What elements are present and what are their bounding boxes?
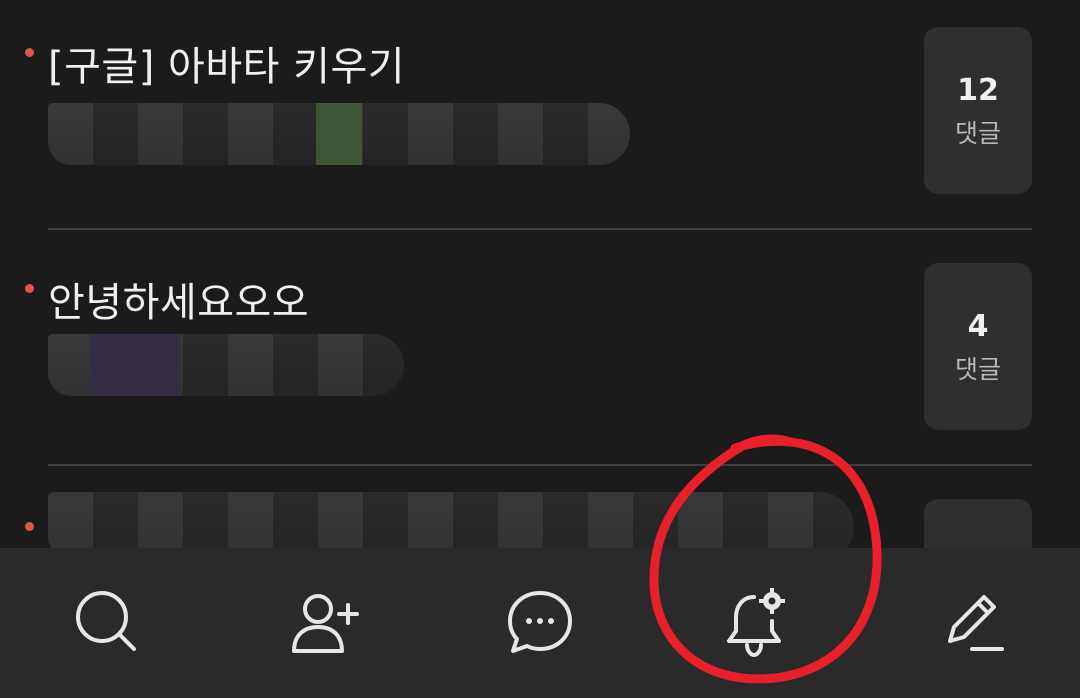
search-icon [76,591,136,651]
post-item[interactable]: 안녕하세요오오 4 댓글 [0,236,1080,466]
bottom-nav [0,548,1080,698]
comment-count-button[interactable]: 4 댓글 [924,263,1032,430]
comment-label: 댓글 [954,355,1001,384]
notification-settings-icon [727,588,785,658]
comment-count: 12 [957,73,999,108]
post-title[interactable]: [구글] 아바타 키우기 [48,34,405,92]
nav-add-friend-button[interactable] [216,548,432,698]
nav-chat-button[interactable] [432,548,648,698]
chat-icon [508,591,572,653]
post-item[interactable] [0,472,1080,560]
bullet-dot [25,522,34,531]
add-friend-icon [292,594,359,653]
nav-search-button[interactable] [0,548,216,698]
blurred-preview [48,103,630,165]
post-list: [구글] 아바타 키우기 12 댓글 안녕하세요오오 4 댓글 [0,0,1080,560]
bullet-dot [25,284,34,293]
comment-label: 댓글 [954,119,1001,148]
pencil-icon [948,595,1004,651]
bullet-dot [25,48,34,57]
nav-notification-settings-button[interactable] [648,548,864,698]
blurred-preview [48,334,404,396]
divider [48,464,1032,466]
comment-count: 4 [967,309,989,344]
post-item[interactable]: [구글] 아바타 키우기 12 댓글 [0,0,1080,230]
comment-count-button[interactable]: 12 댓글 [924,27,1032,194]
divider [48,228,1032,230]
post-title[interactable]: 안녕하세요오오 [48,270,309,328]
nav-write-button[interactable] [864,548,1080,698]
